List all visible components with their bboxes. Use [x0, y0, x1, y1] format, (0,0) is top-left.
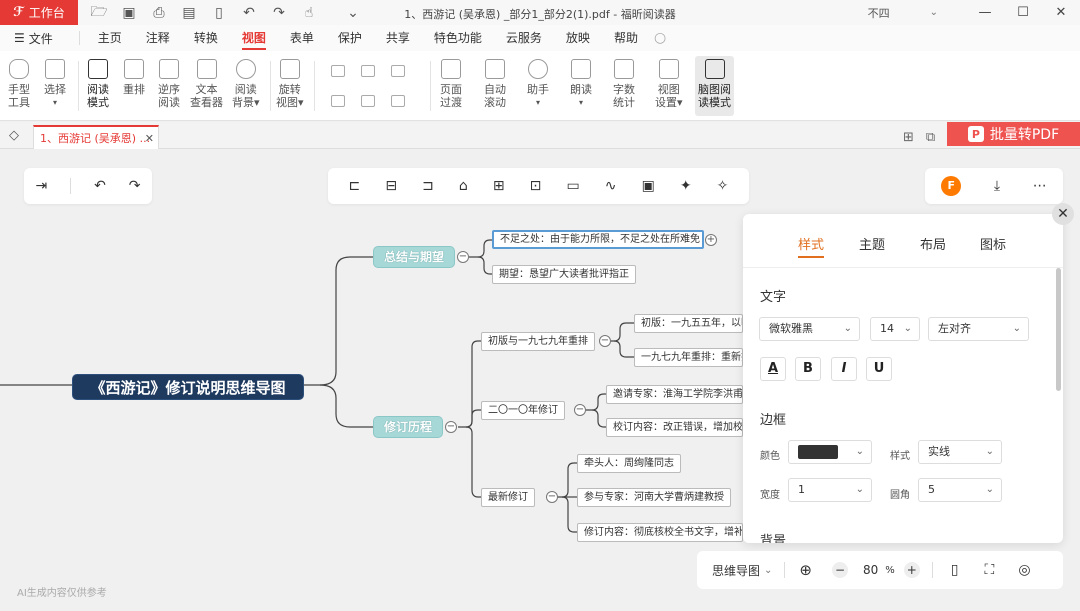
collapse-toggle-icon[interactable]: − — [457, 251, 469, 263]
collapse-toggle-icon[interactable]: − — [599, 335, 611, 347]
bold-button[interactable]: B — [795, 357, 821, 381]
locate-icon[interactable]: ⊕ — [799, 561, 812, 579]
topic-invited-experts[interactable]: 邀请专家：淮海工学院李洪甫等 — [606, 385, 743, 404]
topic-latest-content[interactable]: 修订内容：彻底核校全书文字，增补多 — [577, 523, 743, 542]
text-align-select[interactable]: 左对齐 ⌄ — [928, 317, 1029, 341]
topic-revision-content[interactable]: 校订内容：改正错误，增加校注 — [606, 418, 743, 437]
border-style-value: 实线 — [928, 445, 950, 458]
topic-expectation[interactable]: 期望：恳望广大读者批评指正 — [492, 265, 636, 284]
chevron-down-icon: ⌄ — [843, 323, 852, 334]
topic-history-label: 修订历程 — [384, 420, 433, 434]
italic-button[interactable]: I — [831, 357, 857, 381]
border-color-select[interactable]: ⌄ — [788, 440, 872, 464]
topic-history[interactable]: 修订历程 — [373, 416, 444, 438]
topic-first-edition-detail[interactable]: 初版：一九五五年，以明 — [634, 314, 743, 333]
zoom-unit: % — [885, 564, 895, 576]
underline-button[interactable]: U — [866, 357, 892, 381]
topic-first-edition[interactable]: 初版与一九七九年重排 — [481, 332, 595, 351]
zoom-out-button[interactable]: − — [831, 562, 848, 578]
tab-layout[interactable]: 布局 — [920, 234, 946, 253]
border-section-title: 边框 — [760, 413, 787, 428]
border-width-select[interactable]: 1 ⌄ — [788, 478, 872, 502]
background-section-title: 背景 — [760, 534, 787, 543]
panel-scrollbar[interactable] — [1056, 268, 1061, 391]
border-color-swatch — [798, 445, 838, 459]
chevron-down-icon: ⌄ — [855, 446, 864, 457]
tab-style[interactable]: 样式 — [798, 234, 825, 258]
compass-icon[interactable]: ◎ — [1018, 562, 1030, 578]
border-style-select[interactable]: 实线 ⌄ — [918, 440, 1002, 464]
add-topic-icon[interactable]: + — [705, 234, 717, 246]
font-color-button[interactable]: A — [760, 357, 786, 381]
text-align-value: 左对齐 — [938, 322, 971, 335]
tab-icon[interactable]: 图标 — [980, 234, 1006, 253]
topic-shortcoming[interactable]: 不足之处：由于能力所限，不足之处在所难免 — [492, 230, 704, 249]
font-family-select[interactable]: 微软雅黑 ⌄ — [759, 317, 860, 341]
collapse-toggle-icon[interactable]: − — [445, 421, 457, 433]
toolbar-divider — [784, 562, 786, 578]
tab-theme[interactable]: 主题 — [859, 234, 885, 253]
topic-participating-expert[interactable]: 参与专家：河南大学曹炳建教授 — [577, 488, 731, 507]
topic-lead[interactable]: 牵头人：周绚隆同志 — [577, 454, 681, 473]
topic-1979-reprint[interactable]: 一九七九年重排：重新排 — [634, 348, 743, 367]
ai-disclaimer: AI生成内容仅供参考 — [17, 588, 107, 599]
chevron-down-icon: ⌄ — [985, 446, 994, 457]
mouse-mode-icon[interactable]: ▯ — [951, 562, 959, 578]
topic-latest-revision[interactable]: 最新修订 — [481, 488, 535, 507]
panel-tabs: 样式 主题 布局 图标 — [743, 214, 1063, 268]
chevron-down-icon: ⌄ — [985, 484, 994, 495]
topic-2010-revision[interactable]: 二〇一〇年修订 — [481, 401, 565, 420]
color-label: 颜色 — [760, 451, 780, 462]
topic-summary[interactable]: 总结与期望 — [373, 246, 456, 268]
fullscreen-icon[interactable]: ⛶ — [985, 562, 995, 578]
font-family-value: 微软雅黑 — [769, 322, 813, 335]
border-radius-select[interactable]: 5 ⌄ — [918, 478, 1002, 502]
border-radius-value: 5 — [928, 483, 935, 496]
chevron-down-icon: ⌄ — [903, 323, 912, 334]
font-size-select[interactable]: 14 ⌄ — [870, 317, 920, 341]
toolbar-divider — [931, 562, 933, 578]
bottom-toolbar: 思维导图 ⌄ ⊕ − 80 % + ▯ ⛶ ◎ — [697, 551, 1063, 589]
topic-summary-label: 总结与期望 — [384, 250, 445, 264]
font-size-value: 14 — [880, 322, 894, 335]
close-panel-icon[interactable]: ✕ — [1052, 203, 1074, 225]
border-style-label: 样式 — [890, 451, 910, 462]
root-topic[interactable]: 《西游记》修订说明思维导图 — [72, 374, 304, 400]
zoom-level: 80 — [862, 563, 879, 577]
style-panel: 样式 主题 布局 图标 文字 微软雅黑 ⌄ 14 ⌄ 左对齐 ⌄ A B I U… — [743, 214, 1063, 543]
zoom-in-button[interactable]: + — [903, 562, 920, 578]
collapse-toggle-icon[interactable]: − — [574, 404, 586, 416]
collapse-toggle-icon[interactable]: − — [546, 491, 558, 503]
chevron-down-icon: ⌄ — [855, 484, 864, 495]
text-section-title: 文字 — [760, 290, 787, 305]
width-label: 宽度 — [760, 490, 780, 501]
border-width-value: 1 — [798, 483, 805, 496]
view-mode-select[interactable]: 思维导图 — [712, 562, 760, 579]
chevron-down-icon[interactable]: ⌄ — [764, 565, 772, 576]
radius-label: 圆角 — [890, 490, 910, 501]
chevron-down-icon: ⌄ — [1012, 323, 1021, 334]
